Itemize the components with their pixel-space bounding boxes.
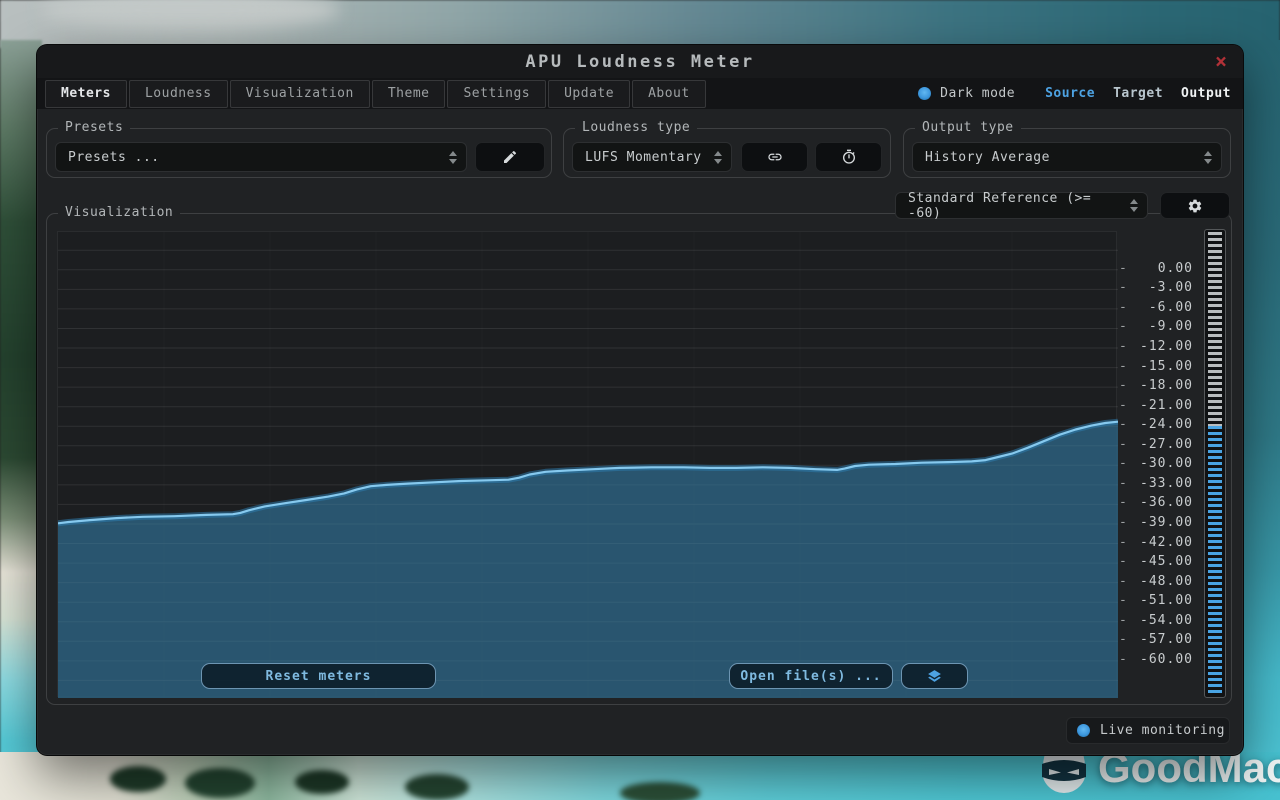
- tab-update[interactable]: Update: [548, 80, 630, 108]
- output-type-group: Output type History Average: [903, 128, 1231, 178]
- spinner-icon: [1130, 199, 1138, 212]
- window-title: APU Loudness Meter: [525, 52, 754, 72]
- tabbar-right-cluster: Dark mode Source Target Output: [918, 78, 1231, 109]
- y-axis-label: --36.00: [1119, 495, 1193, 511]
- spinner-icon: [449, 151, 457, 164]
- y-axis-label: --33.00: [1119, 476, 1193, 492]
- y-axis-label: --60.00: [1119, 652, 1193, 668]
- loudness-type-select[interactable]: LUFS Momentary: [572, 142, 732, 172]
- loudness-type-group: Loudness type LUFS Momentary: [563, 128, 891, 178]
- loudness-type-legend: Loudness type: [575, 120, 697, 135]
- tree-blob: [295, 770, 349, 794]
- y-axis-label: --9.00: [1119, 319, 1193, 335]
- y-axis-label: --6.00: [1119, 300, 1193, 316]
- loudness-chart-svg: [58, 232, 1118, 698]
- toggle-dot-icon: [1077, 724, 1090, 737]
- y-axis-label: --24.00: [1119, 417, 1193, 433]
- link-channels-button[interactable]: [741, 142, 808, 172]
- reference-select-value: Standard Reference (>= -60): [908, 191, 1130, 221]
- link-output[interactable]: Output: [1181, 86, 1231, 101]
- gear-icon: [1187, 198, 1203, 214]
- output-type-value: History Average: [925, 150, 1050, 165]
- reference-select[interactable]: Standard Reference (>= -60): [895, 192, 1148, 219]
- y-axis-label: --45.00: [1119, 554, 1193, 570]
- y-axis-label: -0.00: [1119, 261, 1193, 277]
- spinner-icon: [714, 151, 722, 164]
- visualization-settings-button[interactable]: [1160, 192, 1230, 219]
- tab-visualization[interactable]: Visualization: [230, 80, 370, 108]
- y-axis: -0.00 --3.00 --6.00 --9.00 --12.00 --15.00 --1…: [1119, 231, 1193, 697]
- y-axis-label: --12.00: [1119, 339, 1193, 355]
- layers-icon: [926, 668, 943, 685]
- tab-strip: MetersLoudnessVisualizationThemeSettings…: [45, 80, 708, 108]
- y-axis-label: --54.00: [1119, 613, 1193, 629]
- y-axis-label: --48.00: [1119, 574, 1193, 590]
- y-axis-label: --57.00: [1119, 632, 1193, 648]
- output-type-legend: Output type: [915, 120, 1021, 135]
- presets-select[interactable]: Presets ...: [55, 142, 467, 172]
- stopwatch-icon: [841, 149, 857, 165]
- link-icon: [767, 149, 783, 165]
- loudness-type-value: LUFS Momentary: [585, 150, 702, 165]
- spinner-icon: [1204, 151, 1212, 164]
- meter-off-segments: [1208, 232, 1222, 426]
- presets-legend: Presets: [58, 120, 130, 135]
- y-axis-label: --39.00: [1119, 515, 1193, 531]
- y-axis-label: --42.00: [1119, 535, 1193, 551]
- y-axis-label: --27.00: [1119, 437, 1193, 453]
- open-files-button[interactable]: Open file(s) ...: [729, 663, 893, 689]
- visualization-group: Visualization -0.00--3.00--6.00--9.00--1…: [46, 213, 1232, 705]
- tree-blob: [405, 774, 469, 800]
- y-axis-label: --51.00: [1119, 593, 1193, 609]
- edit-preset-button[interactable]: [475, 142, 545, 172]
- live-monitoring-label: Live monitoring: [1100, 723, 1225, 738]
- link-target[interactable]: Target: [1113, 86, 1163, 101]
- title-bar[interactable]: APU Loudness Meter ×: [37, 45, 1243, 78]
- link-source[interactable]: Source: [1045, 86, 1095, 101]
- tab-loudness[interactable]: Loudness: [129, 80, 228, 108]
- y-axis-label: --21.00: [1119, 398, 1193, 414]
- meter-on-segments: [1208, 426, 1222, 695]
- app-window: APU Loudness Meter × MetersLoudnessVisua…: [37, 45, 1243, 755]
- loudness-chart: [57, 231, 1117, 697]
- y-axis-label: --15.00: [1119, 359, 1193, 375]
- toggle-dot-icon: [918, 87, 931, 100]
- tab-about[interactable]: About: [632, 80, 706, 108]
- menu-tab-bar: MetersLoudnessVisualizationThemeSettings…: [37, 78, 1243, 109]
- timer-button[interactable]: [815, 142, 882, 172]
- desktop-forest-strip: [0, 40, 42, 800]
- presets-select-value: Presets ...: [68, 150, 160, 165]
- tree-blob: [620, 782, 700, 800]
- visualization-legend: Visualization: [58, 205, 180, 220]
- desktop-ocean-strip: [1240, 40, 1280, 800]
- pencil-icon: [502, 149, 518, 165]
- reset-meters-button[interactable]: Reset meters: [201, 663, 436, 689]
- y-axis-label: --18.00: [1119, 378, 1193, 394]
- y-axis-label: --3.00: [1119, 280, 1193, 296]
- presets-group: Presets Presets ...: [46, 128, 552, 178]
- tree-blob: [185, 768, 255, 798]
- dark-mode-label: Dark mode: [940, 86, 1015, 101]
- live-monitoring-toggle[interactable]: Live monitoring: [1066, 717, 1230, 744]
- output-type-select[interactable]: History Average: [912, 142, 1222, 172]
- tab-theme[interactable]: Theme: [372, 80, 446, 108]
- close-icon[interactable]: ×: [1215, 49, 1227, 73]
- tree-blob: [110, 766, 166, 792]
- tab-meters[interactable]: Meters: [45, 80, 127, 108]
- layers-button[interactable]: [901, 663, 968, 689]
- dark-mode-toggle[interactable]: Dark mode: [918, 86, 1015, 101]
- y-axis-label: --30.00: [1119, 456, 1193, 472]
- level-meter: [1204, 229, 1226, 698]
- tab-settings[interactable]: Settings: [447, 80, 546, 108]
